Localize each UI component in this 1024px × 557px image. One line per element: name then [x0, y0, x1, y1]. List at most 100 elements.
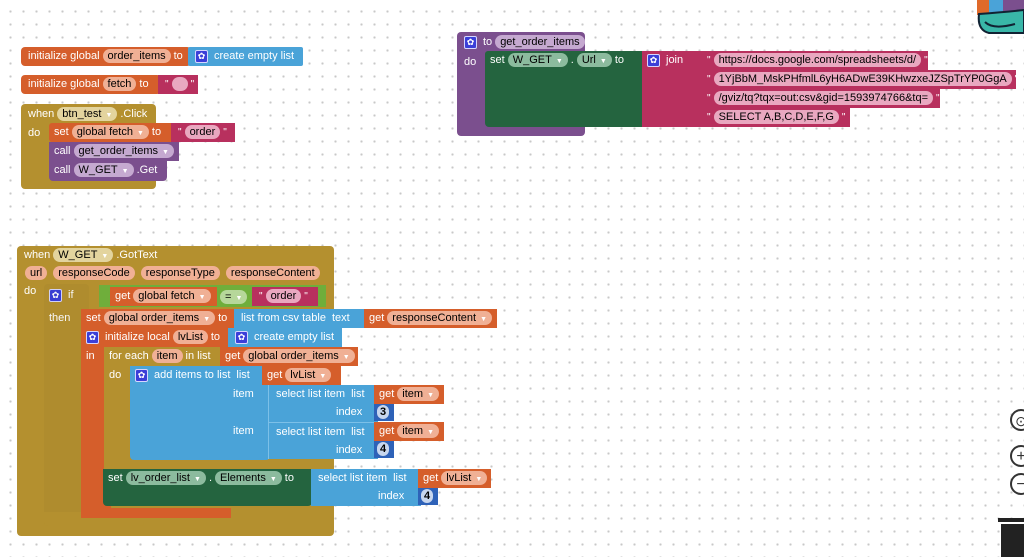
get-label: get	[423, 472, 439, 484]
join-string-1[interactable]: " https://docs.google.com/spreadsheets/d…	[700, 51, 928, 70]
join-string-2[interactable]: " 1YjBbM_MskPHfmlL6yH6ADwE39KHwzxeJZSpTr…	[700, 70, 1018, 89]
procedure-name-field[interactable]: get_order_items	[495, 35, 585, 49]
set-w-get-url-block[interactable]: set W_GET ▼ . Url ▼ to	[485, 51, 645, 127]
string-order-block[interactable]: " order "	[252, 287, 318, 306]
to-label: to	[173, 50, 183, 62]
operator-dropdown[interactable]: = ▼	[220, 290, 248, 304]
gear-icon[interactable]: ✿	[235, 330, 248, 344]
dot: .	[208, 472, 212, 484]
quote-open: "	[178, 126, 182, 138]
number-field[interactable]: 4	[421, 489, 434, 503]
call-get-order-items-block[interactable]: call get_order_items ▼	[49, 142, 179, 161]
component-dropdown[interactable]: lv_order_list ▼	[125, 471, 206, 485]
backpack-icon[interactable]	[975, 0, 1024, 36]
component-dropdown[interactable]: W_GET ▼	[507, 53, 568, 67]
param-response-content[interactable]: responseContent	[225, 266, 320, 280]
zoom-in-icon: +	[1016, 448, 1024, 465]
component-dropdown[interactable]: W_GET ▼	[53, 248, 114, 262]
join-block[interactable]: ✿ join	[642, 51, 700, 127]
variable-dropdown[interactable]: item ▼	[397, 387, 440, 401]
property-dropdown[interactable]: Elements ▼	[215, 471, 282, 485]
gear-icon[interactable]: ✿	[195, 49, 208, 63]
string-field[interactable]: https://docs.google.com/spreadsheets/d/	[713, 53, 922, 67]
zoom-out-button[interactable]: −	[1010, 473, 1024, 495]
gear-icon[interactable]: ✿	[647, 53, 660, 67]
zoom-in-button[interactable]: +	[1010, 445, 1024, 467]
select-list-item-block[interactable]: select list item list index	[268, 385, 378, 422]
create-empty-list-block[interactable]: ✿ create empty list	[188, 47, 303, 66]
list-from-csv-table-block[interactable]: list from csv table text	[234, 309, 366, 328]
local-name-field[interactable]: lvList	[172, 330, 208, 344]
compare-operator[interactable]: = ▼	[220, 290, 248, 304]
get-global-fetch-block[interactable]: get global fetch ▼	[110, 287, 217, 306]
gear-icon[interactable]: ✿	[135, 368, 148, 382]
join-string-3[interactable]: " /gviz/tq?tqx=out:csv&gid=1593974766&tq…	[700, 89, 940, 108]
variable-dropdown[interactable]: global fetch ▼	[71, 125, 149, 139]
string-field[interactable]	[171, 77, 188, 91]
set-label: set	[490, 54, 505, 66]
join-string-4[interactable]: " SELECT A,B,C,D,E,F,G "	[700, 108, 850, 127]
variable-dropdown[interactable]: global order_items ▼	[103, 311, 216, 325]
param-response-code[interactable]: responseCode	[53, 266, 135, 280]
init-global-fetch-block[interactable]: initialize global fetch to	[21, 75, 161, 94]
global-name-field[interactable]: order_items	[102, 49, 171, 63]
number-block[interactable]: 3	[374, 404, 394, 421]
create-empty-list-block[interactable]: ✿ create empty list	[228, 328, 342, 347]
string-field[interactable]: SELECT A,B,C,D,E,F,G	[713, 110, 839, 124]
global-name-field[interactable]: fetch	[102, 77, 137, 91]
call-w-get-get-block[interactable]: call W_GET ▼ .Get	[49, 161, 167, 181]
gear-icon[interactable]: ✿	[464, 35, 477, 49]
property-dropdown[interactable]: Url ▼	[576, 53, 612, 67]
variable-dropdown[interactable]: global fetch ▼	[133, 289, 211, 303]
get-label: get	[267, 369, 283, 381]
item-label: item	[233, 388, 254, 400]
trash-can-icon[interactable]	[998, 518, 1024, 557]
variable-dropdown[interactable]: global order_items ▼	[243, 349, 355, 363]
to-label: to	[614, 54, 624, 66]
param-response-type[interactable]: responseType	[140, 266, 220, 280]
for-each-block[interactable]: do	[104, 347, 132, 477]
get-item-block[interactable]: get item ▼	[374, 385, 444, 404]
empty-string-block[interactable]: " "	[158, 75, 198, 94]
variable-dropdown[interactable]: lvList ▼	[285, 368, 332, 382]
string-order-block[interactable]: " order "	[171, 123, 235, 142]
get-lvlist-block[interactable]: get lvList ▼	[262, 366, 341, 385]
gear-icon[interactable]: ✿	[86, 330, 99, 344]
list-label: list	[236, 369, 250, 381]
gear-icon[interactable]: ✿	[49, 288, 62, 302]
call-label: call	[54, 164, 71, 176]
get-global-order-items-block[interactable]: get global order_items ▼	[220, 347, 358, 366]
component-dropdown[interactable]: W_GET ▼	[73, 163, 134, 177]
add-items-to-list-block[interactable]: ✿ add items to list list item item	[130, 366, 270, 460]
recenter-button[interactable]: ⊙	[1010, 409, 1024, 431]
init-global-order-items-block[interactable]: initialize global order_items to	[21, 47, 191, 66]
select-list-item-block[interactable]: select list item list index	[311, 469, 421, 506]
quote-open: "	[707, 92, 711, 104]
set-lv-order-list-elements-block[interactable]: set lv_order_list ▼ . Elements ▼ to	[103, 469, 312, 506]
get-response-content-block[interactable]: get responseContent ▼	[364, 309, 497, 328]
get-item-block[interactable]: get item ▼	[374, 422, 444, 441]
for-each-header[interactable]: for each item in list	[104, 347, 222, 366]
procedure-dropdown[interactable]: get_order_items ▼	[73, 144, 174, 158]
number-field[interactable]: 4	[377, 442, 390, 456]
get-lvlist-block[interactable]: get lvList ▼	[418, 469, 491, 488]
number-block[interactable]: 4	[374, 441, 394, 458]
variable-dropdown[interactable]: lvList ▼	[441, 471, 488, 485]
number-block[interactable]: 4	[418, 488, 438, 505]
string-field[interactable]: /gviz/tq?tqx=out:csv&gid=1593974766&tq=	[713, 91, 934, 105]
variable-dropdown[interactable]: responseContent ▼	[387, 311, 493, 325]
param-url[interactable]: url	[25, 266, 48, 280]
select-list-item-block[interactable]: select list item list index	[268, 422, 378, 459]
set-global-order-items-block[interactable]: set global order_items ▼ to	[81, 309, 236, 328]
get-label: get	[225, 350, 241, 362]
set-global-fetch-block[interactable]: set global fetch ▼ to	[49, 123, 174, 142]
loop-variable-field[interactable]: item	[151, 349, 183, 363]
string-field[interactable]: order	[184, 125, 221, 139]
initialize-local-header[interactable]: ✿ initialize local lvList to	[81, 328, 229, 347]
component-dropdown[interactable]: btn_test ▼	[57, 107, 118, 121]
in-list-label: in list	[185, 350, 211, 362]
variable-dropdown[interactable]: item ▼	[397, 424, 440, 438]
string-field[interactable]: order	[265, 289, 302, 303]
string-field[interactable]: 1YjBbM_MskPHfmlL6yH6ADwE39KHwzxeJZSpTrYP…	[713, 72, 1012, 86]
number-field[interactable]: 3	[377, 405, 390, 419]
